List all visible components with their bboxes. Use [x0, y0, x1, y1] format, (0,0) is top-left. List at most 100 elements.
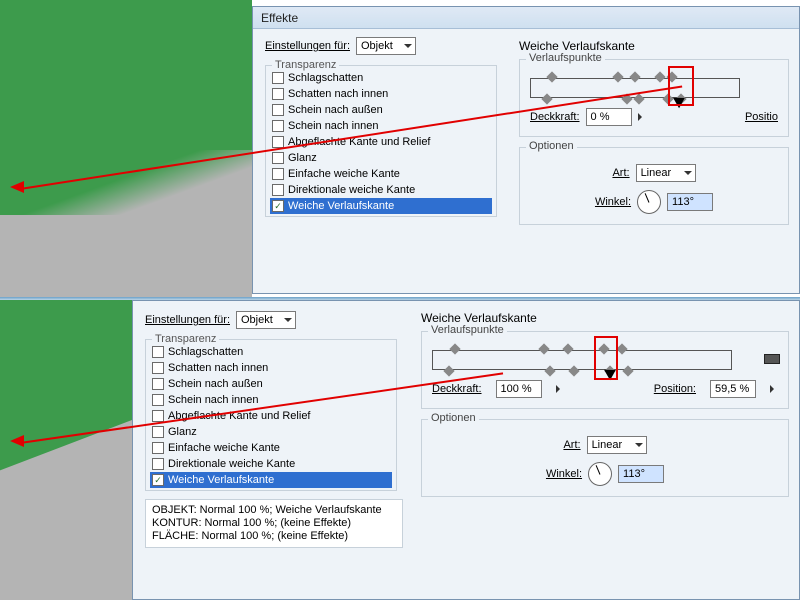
checkbox[interactable]: [272, 104, 284, 116]
opacity-field[interactable]: 100 %: [496, 380, 542, 398]
opacity-label: Deckkraft:: [432, 383, 482, 395]
options-group: Optionen Art: Linear Winkel: 113°: [421, 419, 789, 497]
fx-item-label: Einfache weiche Kante: [288, 168, 400, 180]
gradient-group: Verlaufspunkte: [519, 59, 789, 137]
fx-item[interactable]: Glanz: [150, 424, 392, 440]
checkbox[interactable]: [272, 184, 284, 196]
checkbox[interactable]: ✓: [272, 200, 284, 212]
effects-dialog: Einstellungen für: Objekt Transparenz Sc…: [132, 300, 800, 600]
effects-list-group: Transparenz SchlagschattenSchatten nach …: [265, 65, 497, 217]
annotation-arrowhead: [4, 181, 24, 193]
checkbox[interactable]: [272, 88, 284, 100]
fx-item[interactable]: Abgeflachte Kante und Relief: [270, 134, 492, 150]
position-field[interactable]: 59,5 %: [710, 380, 756, 398]
checkbox[interactable]: [152, 362, 164, 374]
highlight-box: [594, 336, 618, 380]
fx-item-label: Schein nach innen: [168, 394, 259, 406]
settings-for-value: Objekt: [361, 40, 393, 52]
effects-list-legend: Transparenz: [272, 59, 339, 71]
checkbox[interactable]: [152, 442, 164, 454]
angle-label: Winkel:: [546, 468, 582, 480]
settings-for-label: Einstellungen für:: [145, 314, 230, 326]
fx-item-label: Weiche Verlaufskante: [288, 200, 394, 212]
summary-line: FLÄCHE: Normal 100 %; (keine Effekte): [152, 530, 396, 543]
fx-item[interactable]: Glanz: [270, 150, 492, 166]
fx-item[interactable]: Schlagschatten: [270, 70, 492, 86]
type-combo[interactable]: Linear: [636, 164, 696, 182]
fx-item-label: Weiche Verlaufskante: [168, 474, 274, 486]
annotation-arrowhead: [4, 435, 24, 447]
fx-item-label: Direktionale weiche Kante: [168, 458, 295, 470]
effects-dialog: Effekte Einstellungen für: Objekt Transp…: [252, 6, 800, 294]
fx-item[interactable]: Einfache weiche Kante: [270, 166, 492, 182]
position-stepper[interactable]: [770, 385, 778, 393]
type-combo[interactable]: Linear: [587, 436, 647, 454]
settings-for-combo[interactable]: Objekt: [236, 311, 296, 329]
section-title: Weiche Verlaufskante: [519, 39, 789, 53]
effects-summary: OBJEKT: Normal 100 %; Weiche Verlaufskan…: [145, 499, 403, 548]
fx-item[interactable]: Schatten nach innen: [150, 360, 392, 376]
settings-for-label: Einstellungen für:: [265, 40, 350, 52]
checkbox[interactable]: [272, 72, 284, 84]
angle-field[interactable]: 113°: [667, 193, 713, 211]
fx-item[interactable]: Direktionale weiche Kante: [150, 456, 392, 472]
checkbox[interactable]: [272, 152, 284, 164]
dialog-title: Effekte: [253, 7, 799, 29]
gradient-slider[interactable]: [530, 78, 740, 98]
settings-for-value: Objekt: [241, 314, 273, 326]
angle-dial[interactable]: [588, 462, 612, 486]
opacity-stepper[interactable]: [638, 113, 646, 121]
options-legend: Optionen: [526, 140, 577, 152]
angle-label: Winkel:: [595, 196, 631, 208]
fx-item-label: Schein nach außen: [168, 378, 263, 390]
opacity-label: Deckkraft:: [530, 111, 580, 123]
summary-line: KONTUR: Normal 100 %; (keine Effekte): [152, 517, 396, 530]
gradient-group-legend: Verlaufspunkte: [428, 324, 507, 336]
fx-item[interactable]: Abgeflachte Kante und Relief: [150, 408, 392, 424]
fx-item-label: Abgeflachte Kante und Relief: [288, 136, 431, 148]
section-title: Weiche Verlaufskante: [421, 311, 789, 325]
type-label: Art:: [563, 439, 580, 451]
effects-list-legend: Transparenz: [152, 333, 219, 345]
fx-item-label: Glanz: [168, 426, 197, 438]
options-group: Optionen Art: Linear Winkel: 113°: [519, 147, 789, 225]
checkbox[interactable]: [152, 394, 164, 406]
gradient-slider[interactable]: [432, 350, 732, 370]
type-label: Art:: [612, 167, 629, 179]
checkbox[interactable]: [152, 410, 164, 422]
checkbox[interactable]: [152, 346, 164, 358]
fx-item[interactable]: Einfache weiche Kante: [150, 440, 392, 456]
fx-item[interactable]: Schein nach außen: [150, 376, 392, 392]
fx-item[interactable]: ✓ Weiche Verlaufskante: [270, 198, 492, 214]
fx-item-label: Schlagschatten: [168, 346, 243, 358]
checkbox[interactable]: [152, 378, 164, 390]
checkbox[interactable]: [272, 136, 284, 148]
checkbox[interactable]: [152, 458, 164, 470]
angle-field[interactable]: 113°: [618, 465, 664, 483]
fx-item[interactable]: ✓ Weiche Verlaufskante: [150, 472, 392, 488]
gradient-group-legend: Verlaufspunkte: [526, 52, 605, 64]
opacity-field[interactable]: 0 %: [586, 108, 632, 126]
fx-item-label: Schein nach außen: [288, 104, 383, 116]
fx-item-label: Schatten nach innen: [168, 362, 268, 374]
gradient-extra-icon[interactable]: [764, 354, 780, 364]
opacity-stepper[interactable]: [556, 385, 564, 393]
checkbox[interactable]: ✓: [152, 474, 164, 486]
fx-item-label: Schein nach innen: [288, 120, 379, 132]
gradient-group: Verlaufspunkte: [421, 331, 789, 409]
fx-item[interactable]: Schatten nach innen: [270, 86, 492, 102]
checkbox[interactable]: [272, 168, 284, 180]
fx-item-label: Direktionale weiche Kante: [288, 184, 415, 196]
position-label: Positio: [745, 111, 778, 123]
fx-item[interactable]: Direktionale weiche Kante: [270, 182, 492, 198]
fx-item-label: Schlagschatten: [288, 72, 363, 84]
position-label: Position:: [654, 383, 696, 395]
settings-for-combo[interactable]: Objekt: [356, 37, 416, 55]
fx-item[interactable]: Schein nach außen: [270, 102, 492, 118]
fx-item-label: Schatten nach innen: [288, 88, 388, 100]
fx-item-label: Glanz: [288, 152, 317, 164]
angle-dial[interactable]: [637, 190, 661, 214]
checkbox[interactable]: [152, 426, 164, 438]
checkbox[interactable]: [272, 120, 284, 132]
fx-item[interactable]: Schlagschatten: [150, 344, 392, 360]
